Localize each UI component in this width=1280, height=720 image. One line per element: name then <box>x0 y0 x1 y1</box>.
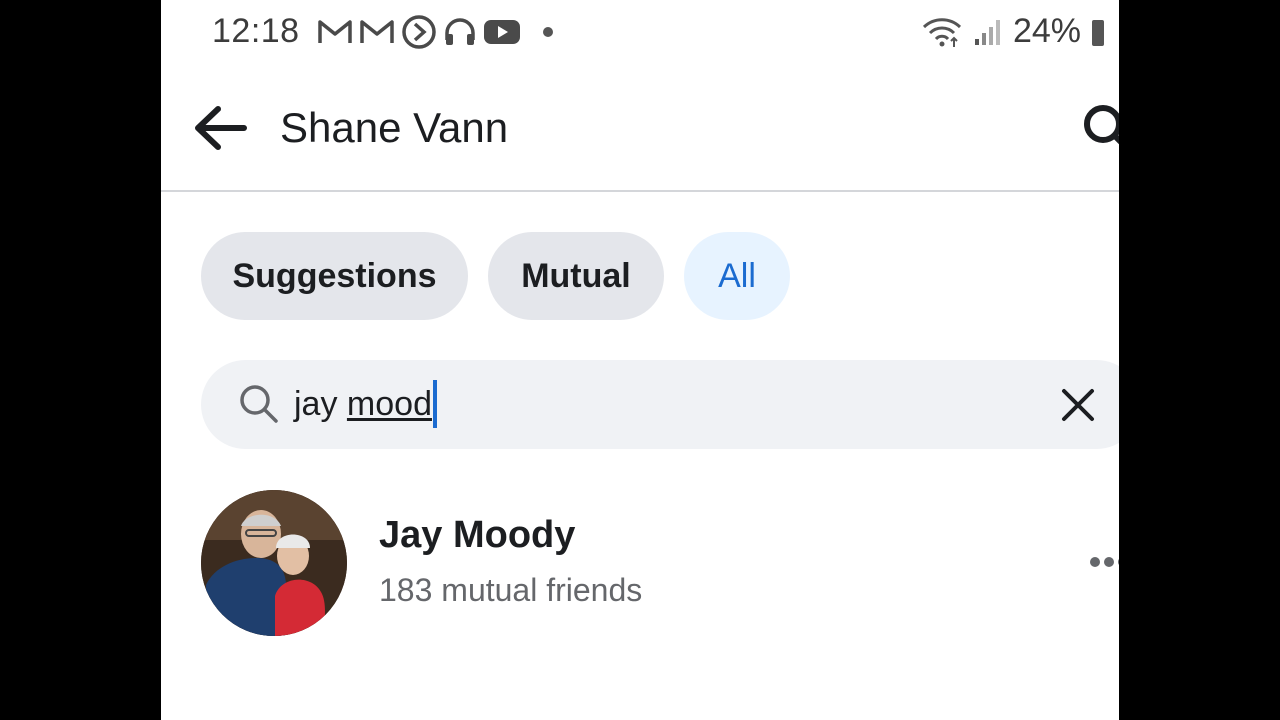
status-time: 12:18 <box>212 12 300 50</box>
notification-icons <box>317 15 553 49</box>
media-icon <box>402 15 436 49</box>
filter-chip-all[interactable]: All <box>684 232 790 320</box>
search-icon <box>1084 105 1119 145</box>
back-arrow-icon <box>195 106 247 150</box>
friend-search-box[interactable]: jay mood <box>201 360 1119 449</box>
search-input-typed-word: mood <box>346 384 432 423</box>
clear-search-button[interactable] <box>1059 386 1097 424</box>
search-icon <box>240 385 278 423</box>
app-header: Shane Vann <box>161 64 1119 192</box>
profile-photo <box>201 490 347 636</box>
signal-icon <box>974 19 1000 45</box>
headphones-icon <box>445 18 475 45</box>
gmail-icon <box>360 20 394 43</box>
phone-screen: 12:18 24% Shane Vann Suggestions Mutual … <box>161 0 1119 720</box>
gmail-icon <box>318 20 352 43</box>
more-options-button[interactable] <box>1089 554 1119 570</box>
page-title: Shane Vann <box>280 104 509 151</box>
wifi-icon <box>922 17 961 47</box>
close-icon <box>1062 389 1094 421</box>
search-input-prefix: jay <box>294 384 347 423</box>
search-input[interactable]: jay mood <box>294 380 994 428</box>
dot-icon <box>543 27 553 37</box>
battery-icon <box>1092 19 1104 46</box>
list-item[interactable]: Jay Moody 183 mutual friends <box>201 490 1119 636</box>
avatar[interactable] <box>201 490 347 636</box>
filter-chip-mutual[interactable]: Mutual <box>488 232 664 320</box>
more-icon <box>1090 557 1119 567</box>
battery-percentage: 24% <box>1012 12 1081 50</box>
result-mutual-friends: 183 mutual friends <box>379 572 643 608</box>
result-name[interactable]: Jay Moody <box>379 514 575 557</box>
header-search-button[interactable] <box>1083 104 1119 154</box>
status-bar: 12:18 24% <box>161 0 1119 64</box>
filter-chips: Suggestions Mutual All <box>201 232 790 320</box>
youtube-icon <box>484 20 520 44</box>
text-caret <box>432 380 437 428</box>
filter-chip-suggestions[interactable]: Suggestions <box>201 232 468 320</box>
system-status: 24% <box>921 12 1105 51</box>
back-button[interactable] <box>189 102 251 154</box>
